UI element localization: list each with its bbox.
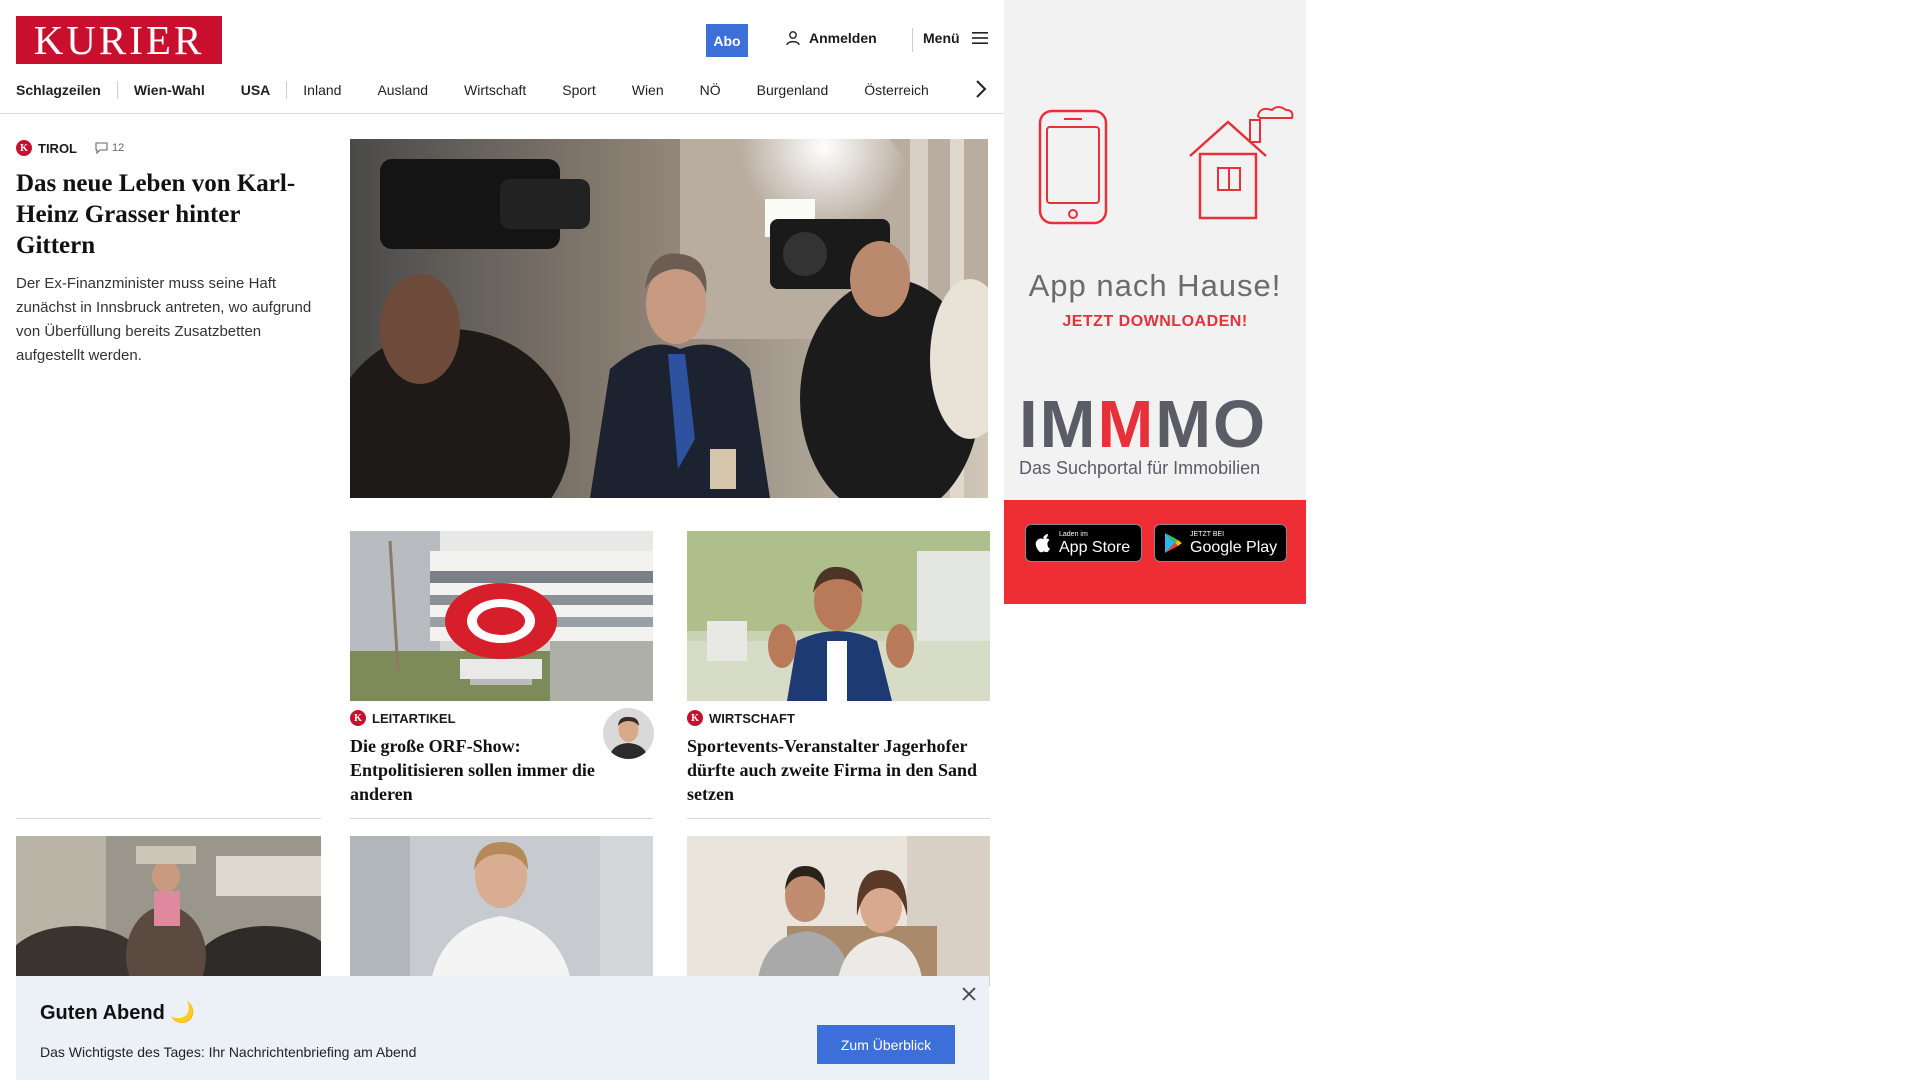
close-icon[interactable] bbox=[960, 985, 978, 1003]
nav-item-noe[interactable]: NÖ bbox=[700, 82, 721, 98]
nav-item-wien-wahl[interactable]: Wien-Wahl bbox=[134, 82, 205, 98]
author-avatar[interactable] bbox=[603, 708, 654, 759]
comment-icon bbox=[95, 142, 108, 154]
briefing-title: Guten Abend 🌙 bbox=[40, 1002, 196, 1024]
header-divider bbox=[912, 28, 913, 52]
immmo-logo-part: M bbox=[1097, 387, 1156, 462]
comment-count[interactable]: 12 bbox=[95, 142, 124, 154]
ad-cta[interactable]: JETZT DOWNLOADEN! bbox=[1004, 313, 1306, 331]
google-play-button[interactable]: JETZT BEI Google Play bbox=[1154, 524, 1287, 562]
house-icon bbox=[1189, 106, 1294, 220]
login-label: Anmelden bbox=[809, 30, 877, 46]
article-kicker: K WIRTSCHAFT bbox=[687, 710, 990, 726]
immmo-logo: IMMMO bbox=[1019, 390, 1294, 460]
google-play-icon bbox=[1165, 533, 1182, 553]
article-photo[interactable] bbox=[687, 836, 990, 986]
app-store-text: Laden im App Store bbox=[1059, 531, 1130, 556]
app-store-small: Laden im bbox=[1059, 530, 1088, 538]
lead-photo[interactable] bbox=[350, 139, 988, 498]
immmo-ad[interactable]: App nach Hause! JETZT DOWNLOADEN! IMMMO … bbox=[1004, 0, 1306, 604]
orf-article-photo[interactable] bbox=[350, 531, 653, 701]
google-play-text: JETZT BEI Google Play bbox=[1190, 531, 1277, 556]
nav-item-usa[interactable]: USA bbox=[241, 82, 271, 98]
article-card[interactable]: K LEITARTIKEL Die große ORF-Show: Entpol… bbox=[350, 710, 600, 806]
google-play-label: Google Play bbox=[1190, 538, 1278, 556]
kurier-k-icon: K bbox=[16, 140, 32, 156]
article-headline[interactable]: Sportevents-Veranstalter Jagerhofer dürf… bbox=[687, 734, 990, 806]
nav-divider bbox=[116, 81, 118, 99]
row-divider bbox=[687, 818, 990, 819]
login-link[interactable]: Anmelden bbox=[785, 30, 877, 46]
lead-kicker: K TIROL 12 bbox=[16, 140, 324, 156]
abo-button[interactable]: Abo bbox=[706, 24, 748, 57]
lead-section: TIROL bbox=[38, 140, 77, 156]
article-photo[interactable] bbox=[350, 836, 653, 986]
app-store-banner: Laden im App Store JETZT BEI Google Play bbox=[1004, 500, 1306, 604]
article-section: LEITARTIKEL bbox=[372, 710, 456, 726]
kurier-k-icon: K bbox=[350, 710, 366, 726]
article-card[interactable]: K WIRTSCHAFT Sportevents-Veranstalter Ja… bbox=[687, 710, 990, 806]
immmo-logo-part: MO bbox=[1155, 387, 1268, 462]
google-play-small: JETZT BEI bbox=[1190, 530, 1225, 538]
row-divider bbox=[16, 818, 321, 819]
user-icon bbox=[786, 31, 800, 46]
chevron-right-icon[interactable] bbox=[974, 78, 988, 100]
nav-divider bbox=[286, 81, 288, 99]
immmo-tagline: Das Suchportal für Immobilien bbox=[1019, 458, 1261, 478]
ad-title: App nach Hause! bbox=[1028, 268, 1282, 303]
article-section: WIRTSCHAFT bbox=[709, 710, 795, 726]
nav-item-sport[interactable]: Sport bbox=[562, 82, 595, 98]
menu-button[interactable]: Menü bbox=[923, 30, 988, 46]
nav-item-inland[interactable]: Inland bbox=[303, 82, 341, 98]
immmo-logo-part: IM bbox=[1019, 387, 1098, 462]
row-divider bbox=[350, 818, 653, 819]
app-store-button[interactable]: Laden im App Store bbox=[1025, 524, 1142, 562]
apple-icon bbox=[1035, 534, 1050, 553]
nav-item-wirtschaft[interactable]: Wirtschaft bbox=[464, 82, 526, 98]
nav-item-ausland[interactable]: Ausland bbox=[377, 82, 428, 98]
phone-icon bbox=[1038, 109, 1108, 225]
lead-teaser: Der Ex-Finanzminister muss seine Haft zu… bbox=[16, 275, 312, 364]
overview-button[interactable]: Zum Überblick bbox=[817, 1025, 955, 1064]
article-kicker: K LEITARTIKEL bbox=[350, 710, 600, 726]
article-headline[interactable]: Die große ORF-Show: Entpolitisieren soll… bbox=[350, 734, 600, 806]
kurier-logo[interactable]: KURIER bbox=[16, 16, 222, 64]
nav-item-schlagzeilen[interactable]: Schlagzeilen bbox=[16, 82, 101, 98]
wirtschaft-article-photo[interactable] bbox=[687, 531, 990, 701]
hamburger-icon bbox=[971, 32, 988, 44]
app-store-label: App Store bbox=[1059, 538, 1131, 556]
nav-item-burgenland[interactable]: Burgenland bbox=[757, 82, 829, 98]
briefing-text: Das Wichtigste des Tages: Ihr Nachrichte… bbox=[40, 1044, 417, 1060]
evening-briefing-banner: Guten Abend 🌙 Das Wichtigste des Tages: … bbox=[16, 976, 989, 1080]
section-nav: Schlagzeilen Wien-Wahl USA Inland Auslan… bbox=[16, 80, 929, 100]
article-photo[interactable] bbox=[16, 836, 321, 986]
nav-item-oesterreich[interactable]: Österreich bbox=[864, 82, 929, 98]
menu-label: Menü bbox=[923, 30, 960, 46]
lead-headline[interactable]: Das neue Leben von Karl-Heinz Grasser hi… bbox=[16, 168, 324, 261]
site-header: KURIER Abo Anmelden Menü Schlagzeilen Wi… bbox=[0, 0, 1004, 114]
comment-count-value: 12 bbox=[112, 142, 125, 154]
lead-article[interactable]: K TIROL 12 Das neue Leben von Karl-Heinz… bbox=[16, 140, 324, 368]
nav-item-wien[interactable]: Wien bbox=[632, 82, 664, 98]
kurier-k-icon: K bbox=[687, 710, 703, 726]
